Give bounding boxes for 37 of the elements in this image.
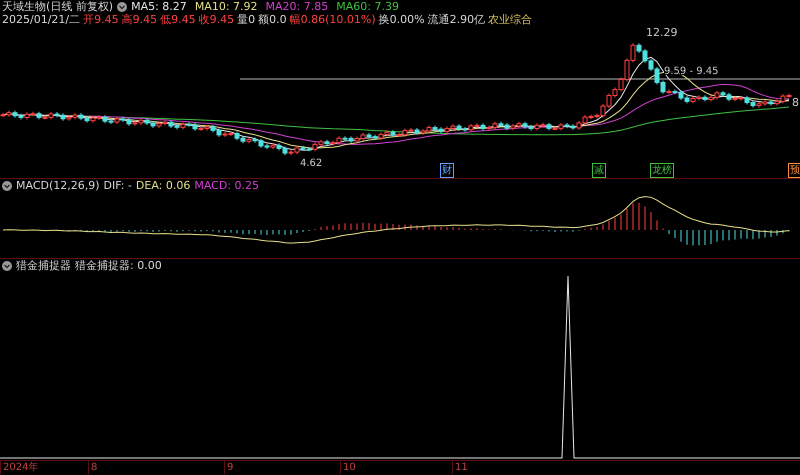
collapse-icon[interactable] — [2, 260, 12, 270]
indicator-value: 猎金捕捉器: 0.00 — [75, 259, 162, 272]
quote-field: 高9.45 — [122, 13, 158, 26]
high-price-label: 12.29 — [646, 26, 678, 39]
axis-label: 10 — [340, 461, 452, 474]
quote-field: 收9.45 — [198, 13, 234, 26]
event-tag[interactable]: 龙榜 — [650, 163, 674, 178]
ma-value: MA60: 7.39 — [336, 0, 399, 13]
axis-label: 2024年 — [0, 461, 88, 474]
ma-value: MA5: 8.27 — [131, 0, 187, 13]
low-price-label: 4.62 — [300, 158, 322, 169]
quote-field: 额0.0 — [258, 13, 287, 26]
axis-label: 8 — [88, 461, 224, 474]
macd-value: MACD: 0.25 — [194, 179, 260, 192]
quote-field: 幅0.86(10.01%) — [290, 13, 376, 26]
indicator-name: 猎金捕捉器 — [16, 259, 71, 272]
ma-value: MA20: 7.85 — [266, 0, 328, 13]
collapse-icon[interactable] — [117, 2, 128, 12]
event-tag[interactable]: 减 — [592, 163, 606, 178]
axis-label: 9 — [224, 461, 340, 474]
date-label: 2025/01/21/二 — [2, 13, 80, 26]
stock-title: 天域生物(日线 前复权) — [2, 0, 114, 13]
quote-field: 量0 — [237, 13, 256, 26]
price-label: 8 — [792, 96, 799, 109]
quote-field: 低9.45 — [160, 13, 196, 26]
dif-value: DIF: - — [104, 179, 132, 192]
collapse-icon[interactable] — [2, 180, 12, 190]
sector-label: 农业综合 — [488, 13, 532, 26]
quote-field: 开9.45 — [83, 13, 119, 26]
dea-value: DEA: 0.06 — [136, 179, 190, 192]
quote-field: 流通2.90亿 — [428, 13, 486, 26]
event-tag[interactable]: 财 — [440, 163, 454, 178]
quote-field: 换0.00% — [378, 13, 425, 26]
ma-value: MA10: 7.92 — [194, 0, 258, 13]
axis-label: 11 — [452, 461, 512, 474]
event-tag[interactable]: 预 — [788, 163, 800, 178]
indicator-name: MACD(12,26,9) — [16, 179, 100, 192]
